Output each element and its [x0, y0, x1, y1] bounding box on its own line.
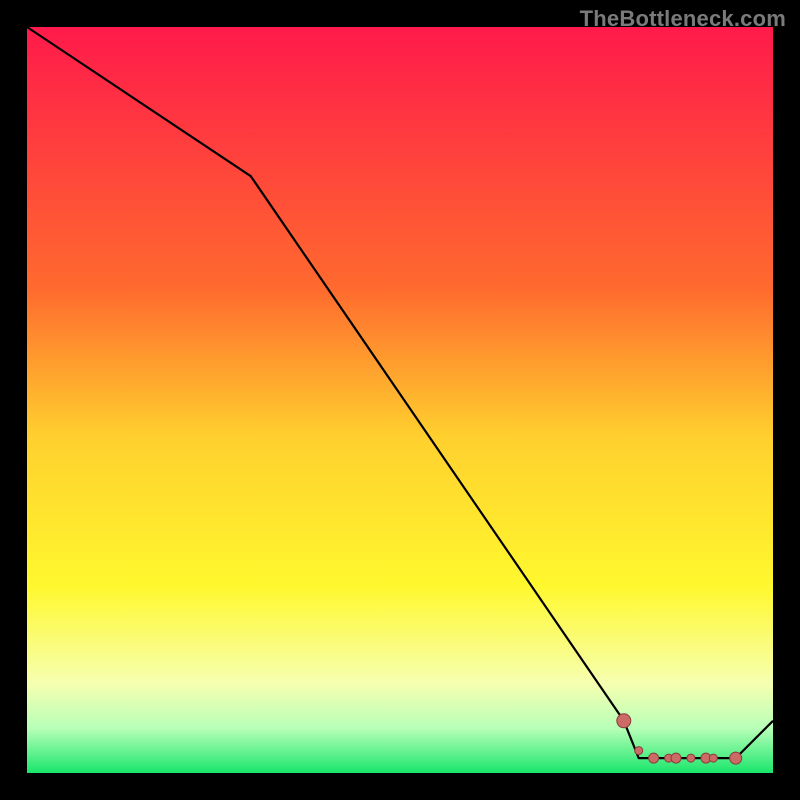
- marker-dot: [687, 754, 695, 762]
- marker-dot: [617, 714, 631, 728]
- marker-dot: [671, 753, 681, 763]
- marker-dot: [730, 752, 742, 764]
- marker-dot: [635, 747, 643, 755]
- chart-svg: [0, 0, 800, 800]
- chart-gradient-bg: [27, 27, 773, 773]
- marker-dot: [709, 754, 717, 762]
- watermark-text: TheBottleneck.com: [580, 6, 786, 32]
- chart-container: TheBottleneck.com: [0, 0, 800, 800]
- marker-dot: [649, 753, 659, 763]
